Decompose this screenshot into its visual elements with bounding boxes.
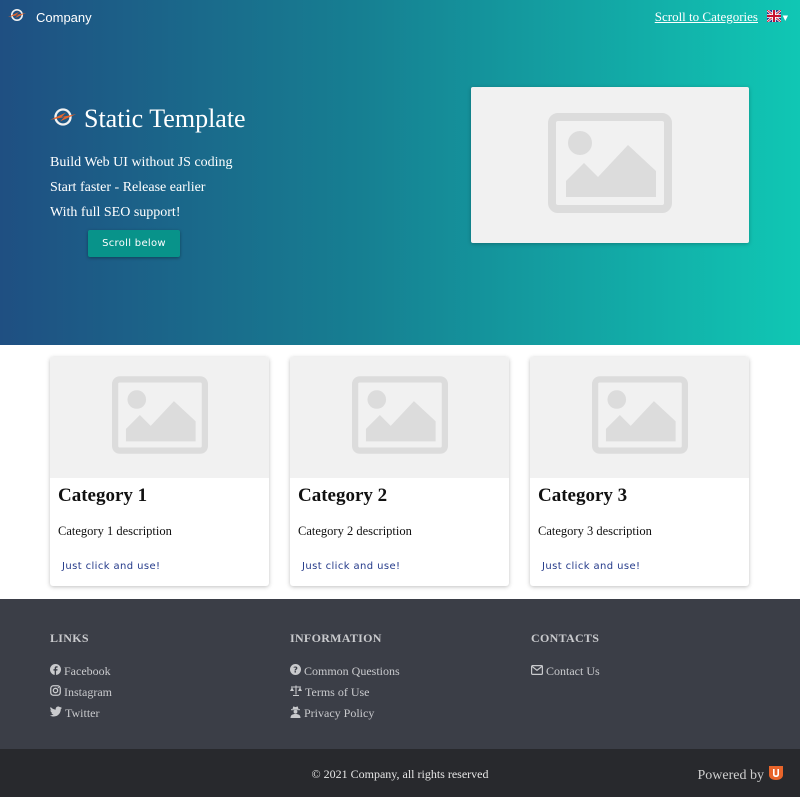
footer-link-label: Facebook (64, 664, 111, 678)
hero-tagline: Start faster - Release earlier (50, 180, 206, 195)
twitter-icon (50, 706, 62, 721)
footer-heading: LINKS (50, 631, 89, 645)
footer-link-label: Contact Us (546, 664, 600, 678)
hero-taglines: Build Web UI without JS coding Start fas… (50, 150, 390, 225)
bottom-bar: © 2021 Company, all rights reserved Powe… (0, 749, 800, 797)
uk-flag-icon (765, 9, 782, 27)
copyright-text: © 2021 Company, all rights reserved (311, 767, 489, 781)
company-logo-icon (50, 106, 76, 133)
svg-text:?: ? (293, 665, 298, 675)
footer-link-common-questions[interactable]: ? Common Questions (290, 661, 400, 682)
user-secret-icon (290, 705, 301, 722)
footer-column-links: LINKS Facebook Instagram Twitter (50, 631, 112, 724)
footer-link-twitter[interactable]: Twitter (50, 703, 112, 724)
categories-section: Category 1 Category 1 description Just c… (0, 345, 800, 599)
footer-heading: CONTACTS (531, 631, 600, 645)
hero-title: Static Template (50, 104, 390, 134)
footer-link-label: Privacy Policy (304, 706, 375, 720)
hero-image (471, 87, 749, 243)
footer-link-facebook[interactable]: Facebook (50, 661, 112, 682)
instagram-icon (50, 685, 61, 700)
category-title: Category 2 (298, 485, 388, 506)
balance-scale-icon (290, 685, 302, 700)
brand-name: Company (36, 10, 92, 25)
category-title: Category 3 (538, 485, 628, 506)
chevron-down-icon: ▼ (782, 14, 788, 22)
image-placeholder-icon (111, 376, 208, 459)
hero-section: Company Scroll to Categories ▼ Static Te… (0, 0, 800, 345)
scroll-to-categories-link[interactable]: Scroll to Categories (655, 9, 758, 25)
company-logo-icon (8, 8, 26, 27)
language-selector[interactable]: ▼ (765, 9, 788, 27)
category-image (50, 357, 269, 478)
top-navbar: Company Scroll to Categories ▼ (0, 0, 800, 32)
hero-text: Static Template Build Web UI without JS … (50, 104, 390, 257)
footer-link-label: Instagram (64, 685, 112, 699)
category-description: Category 2 description (298, 524, 412, 538)
footer-link-label: Terms of Use (305, 685, 370, 699)
category-image (290, 357, 509, 478)
category-link[interactable]: Just click and use! (62, 561, 160, 572)
footer-link-terms-of-use[interactable]: Terms of Use (290, 682, 400, 703)
footer-link-label: Twitter (65, 706, 100, 720)
footer-link-privacy-policy[interactable]: Privacy Policy (290, 703, 400, 724)
category-description: Category 1 description (58, 524, 172, 538)
scroll-below-button[interactable]: Scroll below (88, 230, 180, 257)
facebook-icon (50, 664, 61, 679)
category-card[interactable]: Category 1 Category 1 description Just c… (50, 357, 269, 586)
powered-by-link[interactable]: Powered by (698, 765, 785, 786)
footer-link-contact-us[interactable]: Contact Us (531, 661, 600, 682)
image-placeholder-icon (591, 376, 688, 459)
footer-link-label: Common Questions (304, 664, 400, 678)
brand-link[interactable]: Company (8, 8, 92, 27)
image-placeholder-icon (351, 376, 448, 459)
footer-column-contacts: CONTACTS Contact Us (531, 631, 600, 682)
hero-tagline: With full SEO support! (50, 205, 181, 220)
hero-heading: Static Template (84, 104, 246, 133)
u-logo-icon (768, 765, 784, 786)
category-link[interactable]: Just click and use! (542, 561, 640, 572)
category-image (530, 357, 749, 478)
footer-heading: INFORMATION (290, 631, 382, 645)
powered-by-label: Powered by (697, 767, 765, 783)
category-card[interactable]: Category 3 Category 3 description Just c… (530, 357, 749, 586)
category-title: Category 1 (58, 485, 148, 506)
question-circle-icon: ? (290, 664, 301, 679)
footer-column-information: INFORMATION ? Common Questions Terms of … (290, 631, 400, 724)
envelope-icon (531, 664, 544, 679)
footer-link-instagram[interactable]: Instagram (50, 682, 112, 703)
category-card[interactable]: Category 2 Category 2 description Just c… (290, 357, 509, 586)
category-description: Category 3 description (538, 524, 652, 538)
hero-tagline: Build Web UI without JS coding (50, 155, 233, 170)
category-link[interactable]: Just click and use! (302, 561, 400, 572)
footer: LINKS Facebook Instagram Twitter INFORMA… (0, 599, 800, 749)
image-placeholder-icon (548, 112, 672, 218)
